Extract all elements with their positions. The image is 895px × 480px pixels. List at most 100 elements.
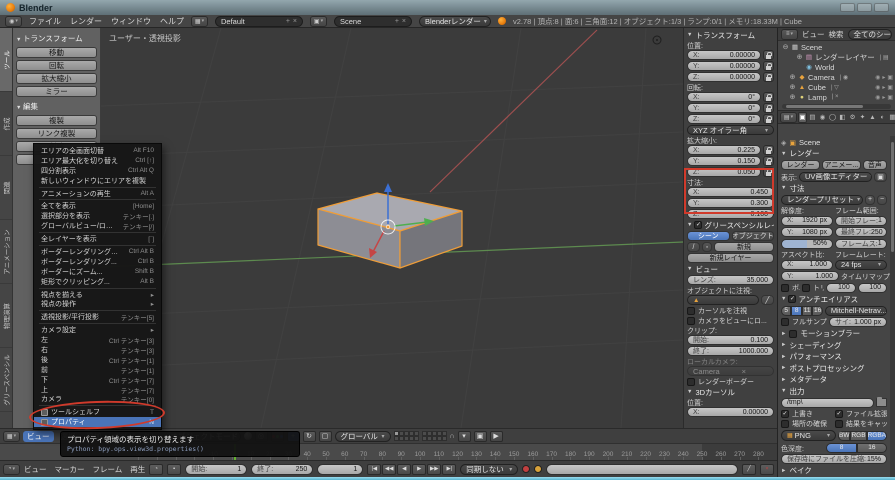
crop-check[interactable]: トリ... [802,283,824,292]
checkbox-render-border-check[interactable] [687,378,695,386]
selectability-icon[interactable]: ▸ [882,74,885,81]
scene-selector[interactable]: Scene + × [334,16,412,27]
keying-icon[interactable] [534,465,542,473]
segment-RGB[interactable]: RGB [850,431,866,441]
segment-RGBA[interactable]: RGBA [867,431,887,441]
segment-16[interactable]: 16 [812,306,822,316]
preset-add-icon[interactable]: + [865,195,875,205]
display-dropdown[interactable]: UV画像エディター [799,172,872,182]
menu-item-ボーダーにズーム...[interactable]: ボーダーにズーム...Shift B [34,267,161,277]
snap-magnet-icon[interactable]: ∩ [450,433,455,440]
layer-cell[interactable] [442,436,447,441]
frame-step-field[interactable]: フレームス:1 [835,239,887,249]
menu-item-視点の操作[interactable]: 視点の操作▸ [34,299,161,309]
cursor-panel-header[interactable]: 3Dカーソル [687,387,774,397]
menu-0[interactable]: ファイル [29,16,61,27]
toolshelf-tab-5[interactable]: グリースペンシル [0,348,12,412]
output-path-field[interactable]: /tmp\ [781,398,874,408]
panel-0-header[interactable]: モーションブラー [781,329,887,339]
keying-set-field[interactable] [546,464,738,475]
cache-check[interactable]: 結果をキャッ... [835,420,887,429]
expand-toggle-icon[interactable]: ⊖ [782,43,789,51]
rotate-manipulator-icon[interactable]: ↻ [303,431,316,442]
aa-size-field[interactable]: サイ:1.000 px [829,317,887,327]
visibility-eye-icon[interactable]: ◉ [875,94,880,101]
info-editor-icon[interactable]: ◉▾ [5,16,22,27]
panel-4-header[interactable]: メタデータ [781,375,887,385]
lock-icon[interactable] [763,114,774,124]
outliner-row-Camera[interactable]: ⊕◆Camera| ◉◉▸▣ [780,72,893,82]
render-audio-button[interactable]: 音声 [863,160,887,170]
properties-editor-icon[interactable]: ▤▾ [780,112,797,123]
rotation-mode-dropdown[interactable]: XYZ オイラー角 [687,125,774,135]
compression-slider[interactable]: 保存時にファイルを圧縮: 15% [781,454,887,464]
grease-object-toggle[interactable]: オブジェクト [732,231,775,241]
rotation-field-X:[interactable]: X:0° [687,92,761,102]
expand-toggle-icon[interactable]: ⊕ [789,83,796,91]
menu-item-全レイヤーを表示[interactable]: 全レイヤーを表示[`] [34,234,161,244]
antialias-checkbox[interactable]: ✓ [788,295,796,303]
viewport-view-menu[interactable]: ビュー [23,431,54,442]
remap-old-field[interactable]: 100 [826,283,855,293]
clip-end-field[interactable]: 終了:1000.000 [687,346,774,356]
dimensions-panel-header[interactable]: 寸法 [781,183,887,193]
render-animation-button[interactable]: アニメー... [822,160,861,170]
outliner-view-menu[interactable]: ビュー [802,29,825,40]
selectability-icon[interactable]: ▸ [882,84,885,91]
checkbox-lock-camera-check[interactable] [687,317,695,325]
delete-keyframe-icon[interactable]: × [760,464,774,475]
menu-item-ボーダーレンダリング...[interactable]: ボーダーレンダリング...Ctrl B [34,257,161,267]
lock-icon[interactable] [763,103,774,113]
segment-8[interactable]: 8 [826,443,856,453]
rotation-field-Z:[interactable]: Z:0° [687,114,761,124]
lock-icon[interactable] [763,50,774,60]
timeline-menu-0[interactable]: ビュー [24,464,47,475]
play-icon[interactable]: ▶ [412,464,426,475]
scale-field-X:[interactable]: X:0.225 [687,145,761,155]
outliner-row-レンダーレイヤー[interactable]: ⊕▤レンダーレイヤー| ▤ [780,52,893,62]
visibility-eye-icon[interactable]: ◉ [875,84,880,91]
render-opengl-anim-icon[interactable]: ▶ [490,431,503,442]
lock-object-dropdown[interactable]: ▲ [687,295,759,305]
menu-item-グローバルビュー/ローカルビュー[interactable]: グローバルビュー/ローカルビューテンキー[/] [34,221,161,231]
border-check[interactable]: ボ... [781,283,800,292]
maximize-button[interactable] [857,3,872,12]
play-reverse-icon[interactable]: ◀ [397,464,411,475]
toolshelf-tab-2[interactable]: 関連 [0,156,12,220]
properties-tab-object[interactable]: ◧ [838,112,847,123]
output-panel-header[interactable]: 出力 [781,386,887,396]
properties-tab-scene[interactable]: ◉ [818,112,827,123]
toolshelf-button-ミラー[interactable]: ミラー [16,86,97,97]
layout-add-icon[interactable]: + [286,18,290,25]
outliner-editor-icon[interactable]: ≡▾ [781,29,798,40]
grease-pencil-panel-header[interactable]: ✓ グリースペンシルレイ [687,220,774,230]
rotation-field-Y:[interactable]: Y:0° [687,103,761,113]
res-percent-slider[interactable]: 50% [781,239,833,249]
outliner-row-Lamp[interactable]: ⊕●Lamp| ×◉▸▣ [780,92,893,102]
timeline-menu-2[interactable]: フレーム [93,464,123,475]
scale-manipulator-icon[interactable]: ▢ [319,431,332,442]
expand-toggle-icon[interactable]: ⊕ [789,73,796,81]
transform-panel-header[interactable]: トランスフォーム [687,30,774,40]
properties-tab-render[interactable]: ▣ [798,112,807,123]
remap-new-field[interactable]: 100 [858,283,887,293]
panel-1-header[interactable]: シェーディング [781,340,887,350]
sync-dropdown[interactable]: 同期しない [460,464,518,475]
menu-item-下[interactable]: 下Ctrl テンキー[7] [34,375,161,385]
toolshelf-tab-1[interactable]: 作成 [0,92,12,156]
checkbox-overwrite-check[interactable]: ✓ [781,410,789,418]
layout-selector[interactable]: Default + × [215,16,303,27]
current-frame-input[interactable]: 1 [317,464,363,475]
location-field-Z:[interactable]: Z:0.00000 [687,72,761,82]
toolshelf-tab-4[interactable]: 物理演算 [0,284,12,348]
properties-tab-data[interactable]: ▲ [868,112,877,123]
close-button[interactable] [874,3,889,12]
res-y-field[interactable]: Y:1080 px [781,227,833,237]
menu-item-カメラ設定[interactable]: カメラ設定▸ [34,325,161,335]
aspect-y-field[interactable]: Y:1.000 [781,271,839,281]
eyedropper-icon[interactable]: ╱ [761,295,774,305]
extensions-check[interactable]: ✓ファイル拡張子 [835,409,887,418]
grease-new-button[interactable]: 新規 [714,242,774,252]
render-engine-dropdown[interactable]: Blenderレンダー [419,16,491,27]
properties-tab-world[interactable]: ◯ [828,112,837,123]
